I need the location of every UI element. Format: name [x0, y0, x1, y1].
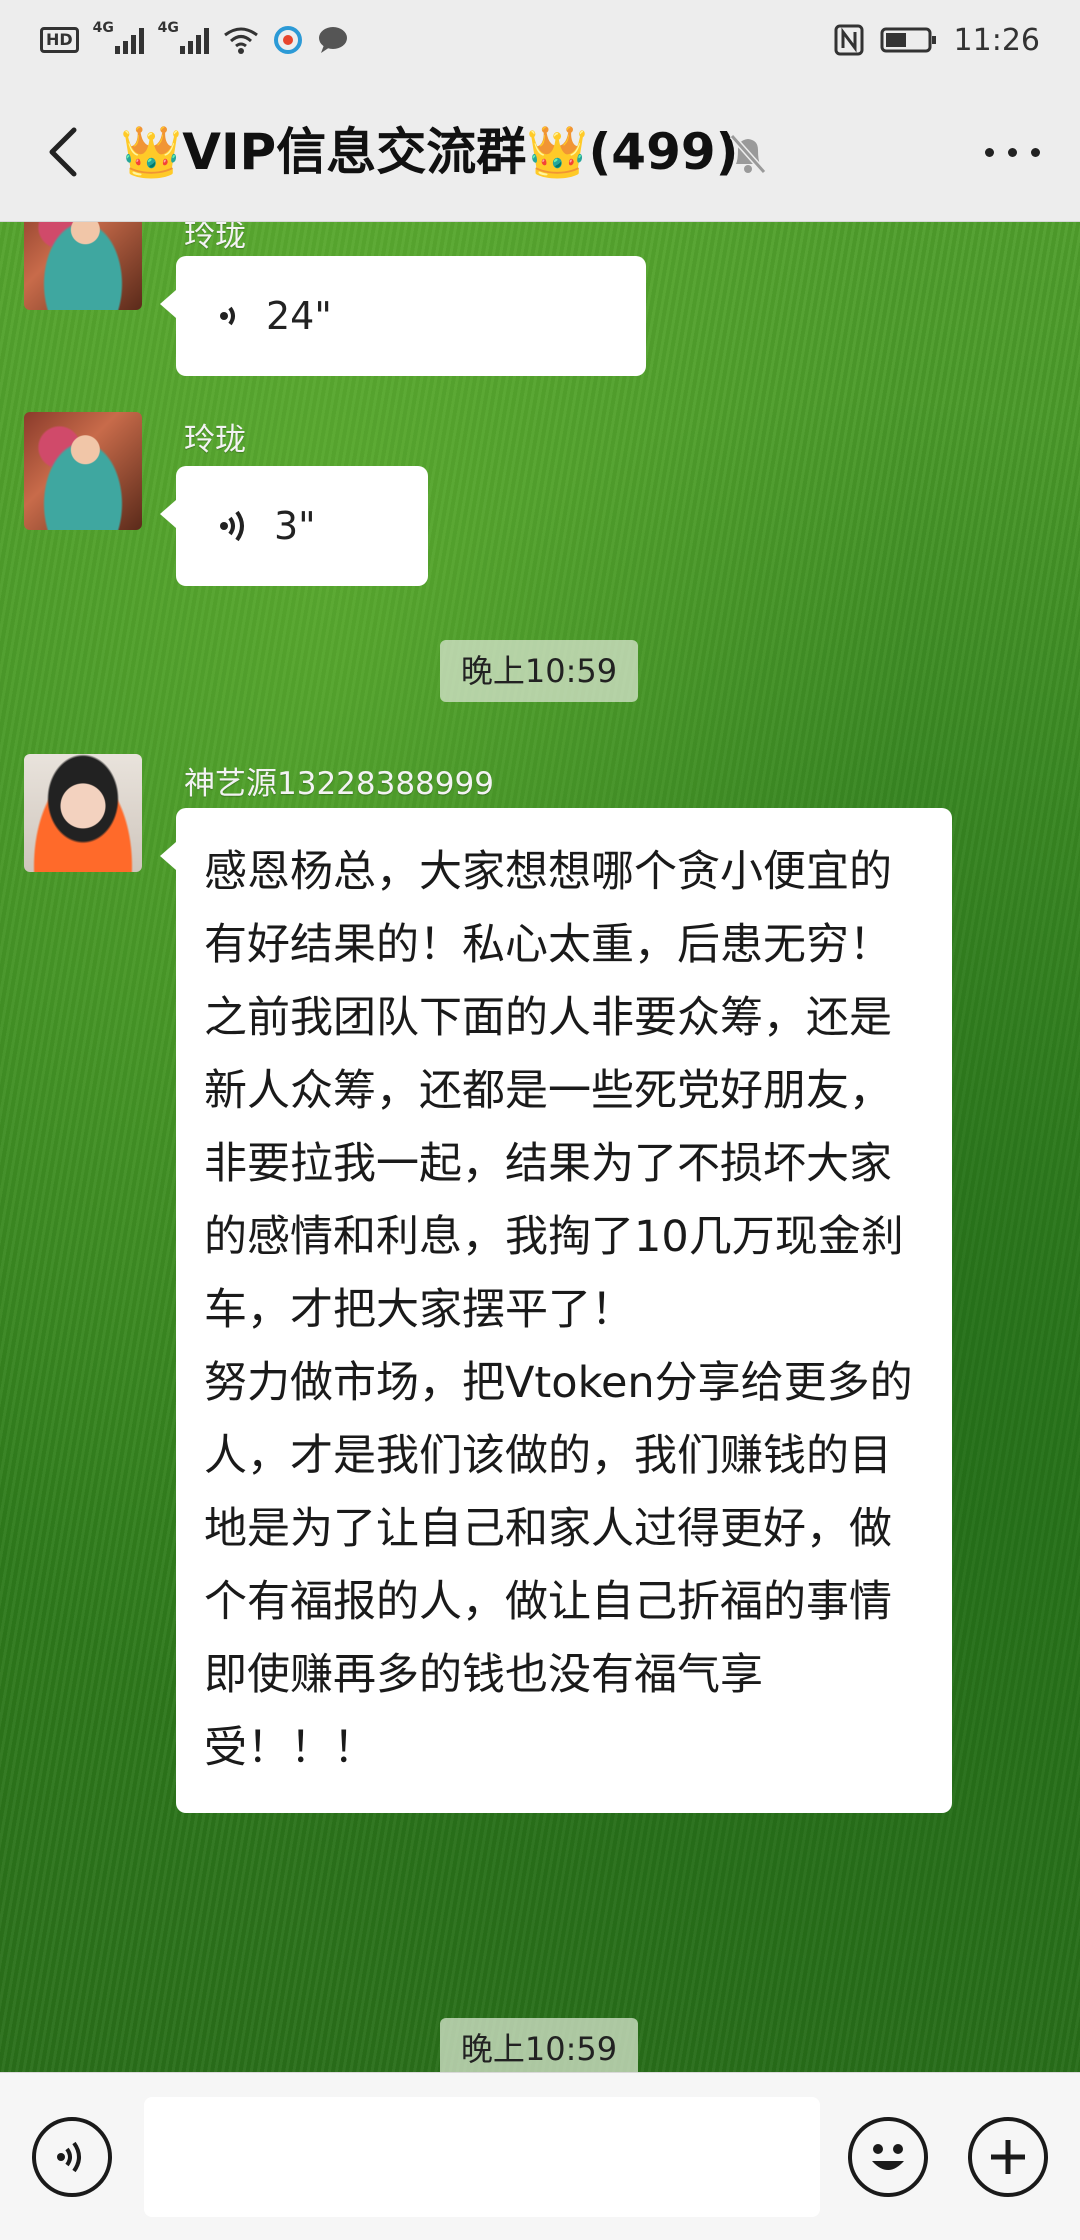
sender-name: 神艺源13228388999	[184, 766, 494, 802]
text-message[interactable]: 感恩杨总，大家想想哪个贪小便宜的有好结果的！私心太重，后患无穷！ 之前我团队下面…	[160, 808, 952, 1813]
timestamp: 晚上10:59	[440, 640, 638, 702]
more-dots-icon[interactable]	[985, 148, 1040, 157]
voice-play-icon	[220, 510, 244, 542]
timestamp: 晚上10:59	[440, 2018, 638, 2072]
chevron-left-icon[interactable]	[36, 122, 96, 182]
wifi-icon	[223, 27, 258, 54]
message-input[interactable]	[144, 2097, 820, 2217]
voice-duration: 3"	[274, 504, 316, 548]
signal-icon: 4G	[93, 20, 144, 54]
voice-play-icon	[220, 306, 235, 326]
group-title: 👑VIP信息交流群👑(499)	[120, 123, 739, 181]
nfc-icon	[834, 24, 864, 56]
emoji-icon[interactable]	[848, 2117, 928, 2197]
voice-message[interactable]: 24"	[160, 256, 646, 376]
status-bar: HD 4G 4G 11:26	[0, 0, 1080, 80]
app-notification-icon	[273, 26, 302, 54]
chat-messages: 玲珑 24" 玲珑 3" 晚上10:59 神艺源13228388999 感恩杨总…	[0, 222, 1080, 2072]
voice-message[interactable]: 3"	[160, 466, 428, 586]
message-icon	[318, 27, 347, 53]
bell-off-icon	[729, 134, 767, 174]
plus-icon[interactable]	[968, 2117, 1048, 2197]
sender-name: 玲珑	[184, 222, 246, 254]
avatar[interactable]	[24, 754, 142, 872]
sender-name: 玲珑	[184, 422, 246, 458]
avatar[interactable]	[24, 412, 142, 530]
clock: 11:26	[953, 22, 1040, 58]
voice-duration: 24"	[266, 294, 332, 338]
hd-badge: HD	[40, 27, 79, 53]
signal-icon-2: 4G	[158, 20, 209, 54]
avatar[interactable]	[24, 222, 142, 310]
chat-header: 👑VIP信息交流群👑(499)	[0, 80, 1080, 222]
input-bar	[0, 2072, 1080, 2240]
battery-icon	[880, 27, 936, 53]
voice-icon[interactable]	[32, 2117, 112, 2197]
